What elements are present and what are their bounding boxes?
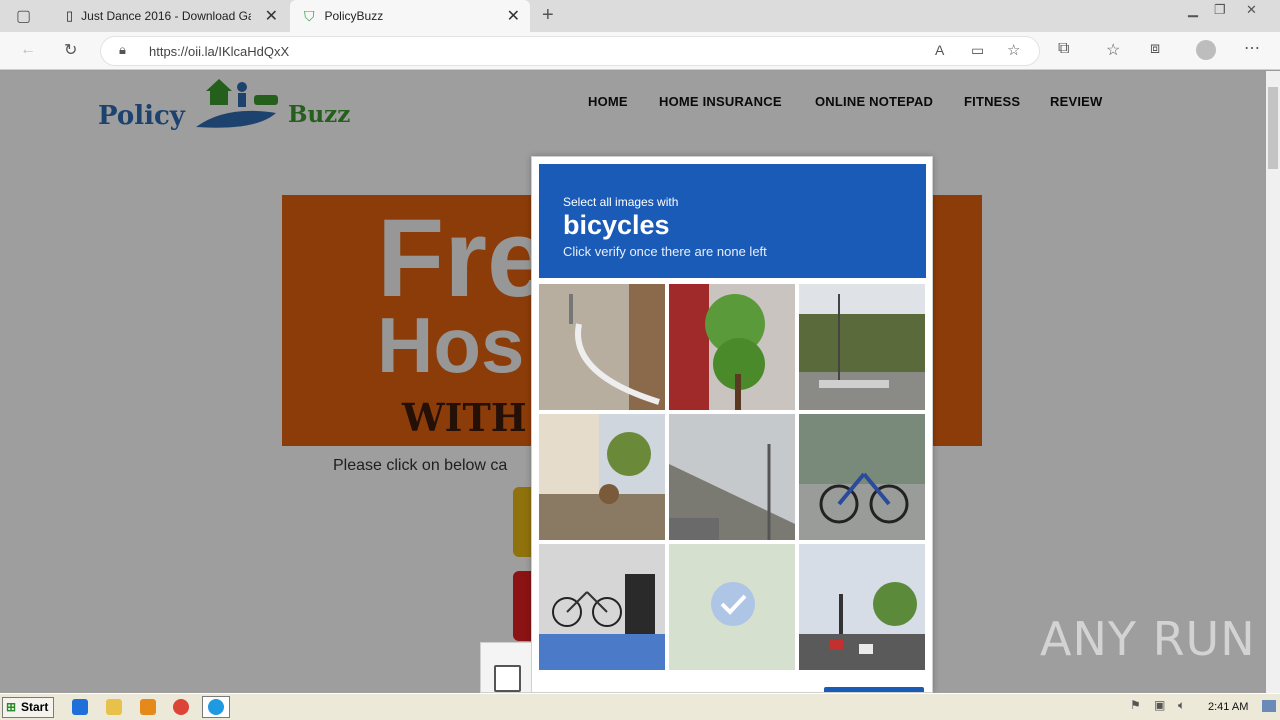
captcha-tile-sidewalk-plaza[interactable] — [539, 414, 665, 540]
tab-title: Just Dance 2016 - Download Ga — [81, 9, 252, 23]
page-icon: ▯ — [66, 8, 74, 23]
immersive-reader-icon[interactable]: ▭ — [971, 42, 984, 59]
captcha-prompt-pre: Select all images with — [563, 195, 679, 209]
restore-icon[interactable]: ❐ — [1214, 2, 1226, 18]
folder-icon[interactable] — [106, 699, 122, 715]
url-field[interactable]: 🔒︎ https://oii.la/IKlcaHdQxX A ▭ ☆ — [100, 36, 1040, 66]
scrollbar-thumb[interactable] — [1268, 87, 1278, 169]
window-close-icon[interactable]: ✕ — [1246, 2, 1257, 18]
captcha-checkbox-widget — [480, 642, 532, 693]
lock-icon[interactable]: 🔒︎ — [119, 42, 126, 58]
close-tab-icon[interactable]: ✕ — [265, 6, 278, 26]
profile-avatar[interactable] — [1196, 40, 1216, 60]
captcha-challenge: Select all images with bicycles Click ve… — [531, 156, 933, 693]
back-icon[interactable]: ← — [20, 41, 36, 59]
url-text: https://oii.la/IKlcaHdQxX — [149, 44, 290, 59]
start-button[interactable]: ⊞ Start — [2, 697, 54, 718]
flag-icon[interactable]: ⚑ — [1130, 698, 1141, 712]
captcha-tile-harbor-boats[interactable] — [799, 284, 925, 410]
captcha-checkbox[interactable] — [494, 665, 521, 692]
captcha-tile-parked-bicycles[interactable] — [799, 414, 925, 540]
chrome-icon[interactable] — [173, 699, 189, 715]
tab-title: PolicyBuzz — [324, 9, 384, 23]
edge-icon — [208, 699, 224, 715]
close-tab-icon[interactable]: ✕ — [507, 6, 520, 26]
shield-icon: ⛉ — [304, 7, 315, 24]
tab-policybuzz[interactable]: ⛉ PolicyBuzz ✕ — [290, 0, 530, 32]
new-tab-icon[interactable]: + — [542, 4, 554, 27]
more-menu-icon[interactable]: ⋯ — [1244, 38, 1260, 58]
read-aloud-icon[interactable]: A — [935, 42, 944, 58]
edge-taskbar-button[interactable] — [202, 696, 230, 718]
tab-strip: ▢ ▯ Just Dance 2016 - Download Ga ✕ ⛉ Po… — [0, 0, 1280, 32]
extensions-icon[interactable]: ⧉ — [1058, 40, 1069, 58]
add-favorite-icon[interactable]: ☆ — [1007, 41, 1020, 59]
captcha-tile-tree-storefront[interactable] — [669, 284, 795, 410]
captcha-header: Select all images with bicycles Click ve… — [539, 164, 926, 278]
captcha-tile-bicycle-wall[interactable] — [539, 544, 665, 670]
refresh-icon[interactable]: ↻ — [64, 40, 77, 60]
network-icon[interactable]: ▣ — [1154, 698, 1165, 712]
volume-icon[interactable]: 🔈︎ — [1178, 698, 1185, 713]
start-label: Start — [21, 700, 49, 714]
anyrun-watermark: ANY RUN — [1040, 612, 1256, 666]
address-bar-row: ← ↻ 🔒︎ https://oii.la/IKlcaHdQxX A ▭ ☆ ⧉… — [0, 32, 1280, 70]
taskbar: ⊞ Start ⚑ ▣ 🔈︎ 2:41 AM — [0, 693, 1280, 720]
captcha-tile-traffic-intersection[interactable] — [799, 544, 925, 670]
captcha-prompt-post: Click verify once there are none left — [563, 244, 767, 259]
tab-actions-icon[interactable]: ▢ — [16, 6, 31, 26]
ie-icon[interactable] — [72, 699, 88, 715]
captcha-tile-street-corner[interactable] — [539, 284, 665, 410]
tab-just-dance[interactable]: ▯ Just Dance 2016 - Download Ga ✕ — [52, 0, 288, 32]
favorites-icon[interactable]: ☆ — [1106, 40, 1120, 60]
collections-icon[interactable]: ⧈ — [1150, 40, 1160, 58]
windows-logo-icon: ⊞ — [6, 700, 17, 714]
clock: 2:41 AM — [1208, 701, 1249, 713]
captcha-tile-bicycle-selected[interactable] — [669, 544, 795, 670]
minimize-icon[interactable]: ▁ — [1188, 2, 1198, 18]
show-desktop-icon[interactable] — [1262, 700, 1276, 712]
media-player-icon[interactable] — [140, 699, 156, 715]
captcha-tile-overpass-streetlight[interactable] — [669, 414, 795, 540]
captcha-prompt-target: bicycles — [563, 210, 670, 240]
page-scrollbar[interactable] — [1266, 71, 1280, 693]
